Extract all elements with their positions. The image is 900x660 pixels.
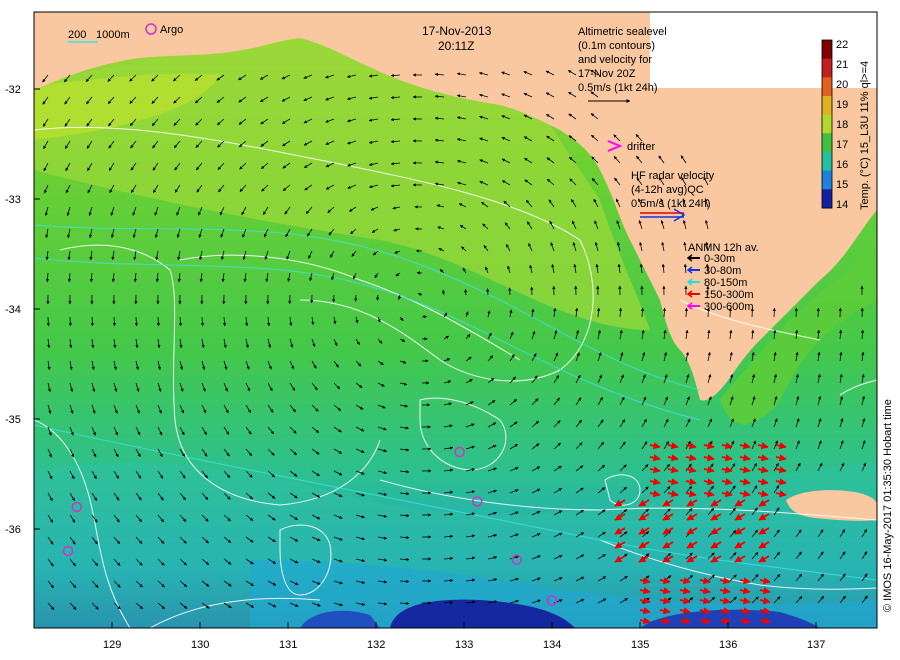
anmn-item-label: 300-600m xyxy=(704,301,754,313)
map-time: 20:11Z xyxy=(438,39,474,53)
colorbar-ticks: 22 21 20 19 18 17 16 15 14 xyxy=(836,39,848,211)
hf-line-3: 0.5m/s (1kt 24h) xyxy=(631,198,710,210)
altimetry-line-1: Altimetric sealevel xyxy=(578,26,667,38)
colorbar: 22 21 20 19 18 17 16 15 14 Temp. (°C) 15_L3U 11%… xyxy=(821,39,871,211)
velocity-arrow xyxy=(90,316,94,327)
colorbar-tick-label: 20 xyxy=(836,79,848,91)
colorbar-tick-label: 19 xyxy=(836,99,848,111)
hf-line-1: HF radar velocity xyxy=(631,170,715,182)
anmn-item-label: 30-80m xyxy=(704,265,741,277)
colorbar-tick-label: 17 xyxy=(836,139,848,151)
altimetry-line-3: and velocity for xyxy=(578,54,652,66)
altimetry-line-2: (0.1m contours) xyxy=(578,40,655,52)
x-tick-label: 135 xyxy=(631,639,649,651)
x-tick-label: 134 xyxy=(543,639,561,651)
x-tick-label: 136 xyxy=(719,639,737,651)
colorbar-cell xyxy=(822,58,832,78)
colorbar-title: Temp. (°C) 15_L3U 11% ql>=4 xyxy=(859,61,871,210)
argo-legend-label: Argo xyxy=(160,24,183,36)
anmn-item-label: 0-30m xyxy=(704,253,735,265)
sst-map-figure: -32 -33 -34 -35 -36 129 130 131 132 133 … xyxy=(0,0,900,660)
colorbar-tick-label: 18 xyxy=(836,119,848,131)
altimetry-line-5: 0.5m/s (1kt 24h) xyxy=(578,82,657,94)
drifter-label: drifter xyxy=(627,141,655,153)
x-tick-label: 137 xyxy=(807,639,825,651)
anmn-item-label: 150-300m xyxy=(704,289,754,301)
x-tick-label: 129 xyxy=(103,639,121,651)
map-date: 17-Nov-2013 xyxy=(422,24,492,38)
colorbar-cell xyxy=(822,96,832,116)
scale-label-a: 200 xyxy=(68,29,86,41)
y-tick-label: -33 xyxy=(5,194,21,206)
velocity-arrow xyxy=(421,315,427,319)
credit-text: © IMOS 16-May-2017 01:35:30 Hobart time xyxy=(882,399,894,612)
x-tick-label: 130 xyxy=(191,639,209,651)
colorbar-tick-label: 21 xyxy=(836,59,848,71)
plot-area xyxy=(34,12,877,628)
colorbar-tick-label: 15 xyxy=(836,179,848,191)
altimetry-line-4: 17-Nov 20Z xyxy=(578,68,636,80)
hf-line-2: (4-12h avg)QC xyxy=(631,184,704,196)
colorbar-cell xyxy=(822,40,832,60)
y-tick-label: -36 xyxy=(5,524,21,536)
scale-label-b: 1000m xyxy=(96,29,130,41)
x-tick-label: 133 xyxy=(455,639,473,651)
colorbar-cell xyxy=(822,133,832,153)
colorbar-cell xyxy=(822,170,832,190)
colorbar-cell xyxy=(822,77,832,97)
map-canvas: -32 -33 -34 -35 -36 129 130 131 132 133 … xyxy=(5,11,894,651)
velocity-arrow xyxy=(112,316,116,327)
colorbar-tick-label: 22 xyxy=(836,39,848,51)
colorbar-cell xyxy=(822,114,832,134)
colorbar-cell xyxy=(822,189,832,209)
colorbar-cells xyxy=(822,40,832,209)
colorbar-tick-label: 16 xyxy=(836,159,848,171)
colorbar-tick-label: 14 xyxy=(836,199,848,211)
x-tick-label: 131 xyxy=(279,639,297,651)
anmn-item-label: 80-150m xyxy=(704,277,747,289)
y-tick-label: -34 xyxy=(5,304,21,316)
colorbar-cell xyxy=(822,152,832,172)
y-tick-label: -32 xyxy=(5,84,21,96)
y-tick-label: -35 xyxy=(5,414,21,426)
x-tick-label: 132 xyxy=(367,639,385,651)
